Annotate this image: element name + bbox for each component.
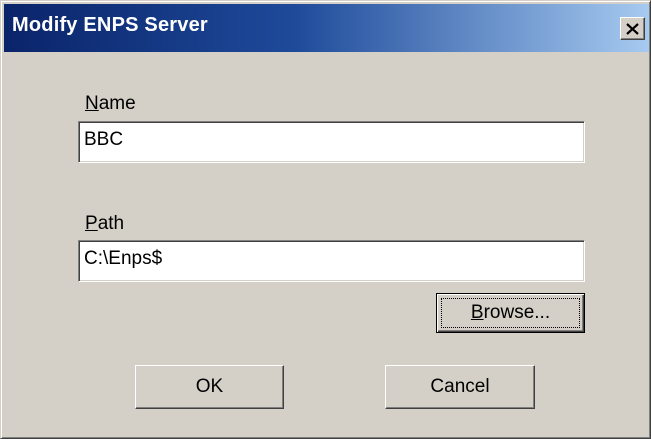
browse-accelerator: B: [470, 302, 484, 323]
title-bar[interactable]: Modify ENPS Server: [4, 4, 649, 52]
cancel-button[interactable]: Cancel: [385, 365, 535, 409]
browse-label: rowse...: [483, 302, 551, 323]
name-label: Name: [85, 93, 136, 115]
modify-enps-server-dialog: Modify ENPS Server Name BBC Path C:\Enps…: [0, 0, 651, 439]
name-label-text: ame: [98, 93, 136, 114]
name-input[interactable]: BBC: [78, 121, 585, 163]
ok-button[interactable]: OK: [135, 365, 284, 409]
path-label-text: ath: [97, 213, 125, 234]
window-title: Modify ENPS Server: [12, 14, 208, 36]
close-icon: [626, 22, 639, 35]
name-label-accelerator: N: [85, 93, 99, 114]
browse-button[interactable]: Browse...: [436, 293, 585, 333]
path-input[interactable]: C:\Enps$: [78, 240, 585, 282]
close-button[interactable]: [620, 17, 645, 40]
path-label-accelerator: P: [85, 213, 98, 234]
path-label: Path: [85, 213, 124, 235]
